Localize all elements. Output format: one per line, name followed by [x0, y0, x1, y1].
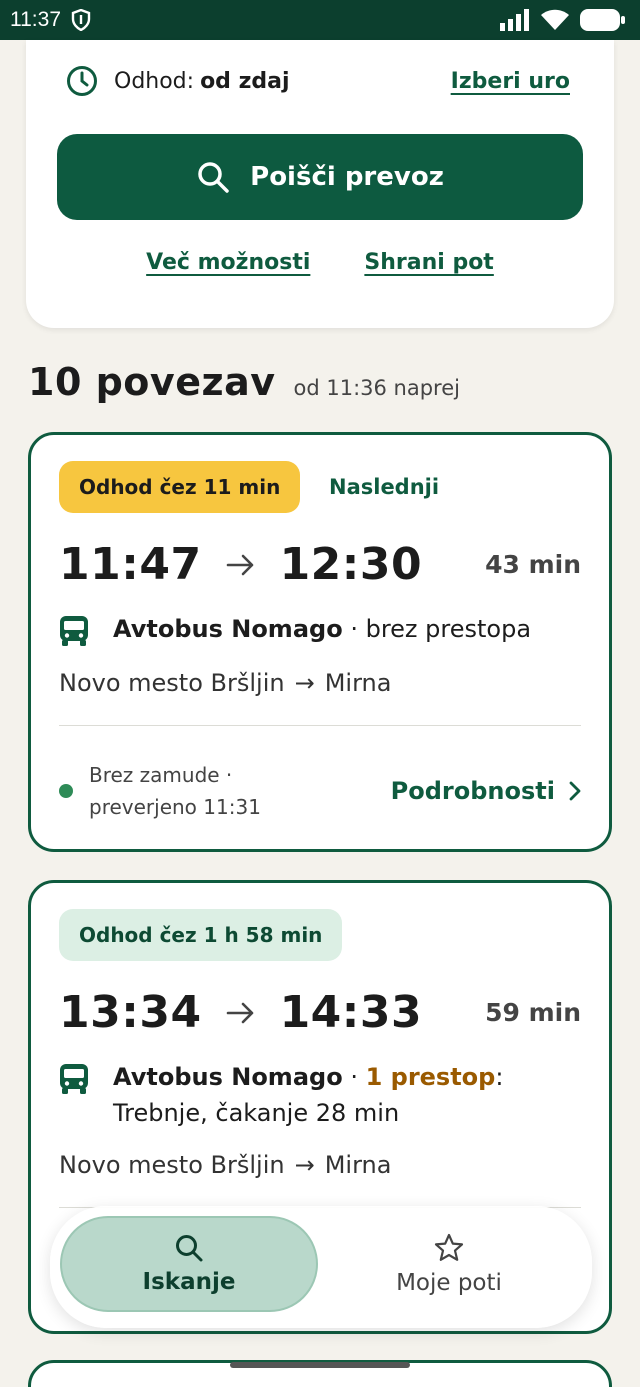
route: Novo mesto Bršljin → Mirna: [59, 669, 391, 697]
departure-value: od zdaj: [200, 68, 290, 94]
route-to: Mirna: [324, 1151, 392, 1179]
departure-badge: Odhod čez 1 h 58 min: [59, 909, 343, 961]
status-time: 11:37: [10, 8, 61, 31]
results-subtitle: od 11:36 naprej: [293, 376, 460, 400]
save-route-link[interactable]: Shrani pot: [364, 250, 493, 275]
duration: 59 min: [485, 998, 581, 1027]
nav-my-routes[interactable]: Moje poti: [320, 1216, 578, 1312]
nav-search-label: Iskanje: [142, 1269, 236, 1295]
departure-label: Odhod:: [114, 68, 195, 94]
transfer-info: · brez prestopa: [350, 615, 532, 643]
clock-icon: [67, 66, 97, 96]
departure-badge: Odhod čez 11 min: [59, 461, 301, 513]
chevron-right-icon: [569, 781, 581, 801]
next-tag: Naslednji: [329, 475, 440, 499]
choose-time-link[interactable]: Izberi uro: [451, 69, 570, 94]
battery-icon: [580, 9, 625, 31]
divider: [59, 725, 581, 726]
transfer-detail: Trebnje, čakanje 28 min: [113, 1099, 400, 1127]
results-title: 10 povezav: [28, 360, 276, 404]
departure-row: Odhod: od zdaj Izberi uro: [66, 64, 570, 98]
bottom-nav: Iskanje Moje poti: [50, 1206, 592, 1328]
signal-icon: [500, 9, 529, 31]
arrow-right-icon: [226, 553, 256, 577]
bus-icon: [60, 1064, 88, 1094]
wifi-icon: [541, 9, 569, 30]
route-from: Novo mesto Bršljin: [59, 669, 285, 697]
star-icon: [434, 1233, 464, 1261]
search-icon: [198, 162, 229, 193]
delay-status: Brez zamude · preverjeno 11:31: [89, 763, 261, 819]
arrive-time: 12:30: [279, 539, 423, 590]
route-arrow: →: [294, 669, 315, 697]
route-from: Novo mesto Bršljin: [59, 1151, 285, 1179]
depart-time: 11:47: [59, 539, 202, 590]
nav-search[interactable]: Iskanje: [60, 1216, 318, 1312]
route-to: Mirna: [324, 669, 392, 697]
route-arrow: →: [294, 1151, 315, 1179]
search-icon: [176, 1235, 203, 1262]
details-link[interactable]: Podrobnosti: [391, 777, 581, 805]
more-options-link[interactable]: Več možnosti: [146, 250, 310, 275]
duration: 43 min: [485, 550, 581, 579]
status-bar: 11:37: [0, 0, 640, 40]
arrow-right-icon: [226, 1001, 256, 1025]
transfer-count: 1 prestop: [365, 1063, 496, 1091]
nav-my-routes-label: Moje poti: [396, 1270, 502, 1296]
operator-name: Avtobus Nomago: [113, 615, 343, 643]
results-header: 10 povezav od 11:36 naprej: [28, 360, 460, 404]
depart-time: 13:34: [59, 987, 202, 1038]
route: Novo mesto Bršljin → Mirna: [59, 1151, 391, 1179]
operator-name: Avtobus Nomago: [113, 1063, 343, 1091]
search-button[interactable]: Poišči prevoz: [57, 134, 583, 220]
search-card: Odhod: od zdaj Izberi uro Poišči prevoz …: [26, 40, 614, 328]
search-button-label: Poišči prevoz: [250, 162, 444, 192]
arrive-time: 14:33: [279, 987, 423, 1038]
bus-icon: [60, 616, 88, 646]
status-dot: [59, 784, 73, 798]
connection-card[interactable]: Odhod čez 11 min Naslednji 11:47 12:30 4…: [28, 432, 612, 852]
shield-icon: [71, 9, 91, 31]
home-indicator: [230, 1362, 410, 1368]
